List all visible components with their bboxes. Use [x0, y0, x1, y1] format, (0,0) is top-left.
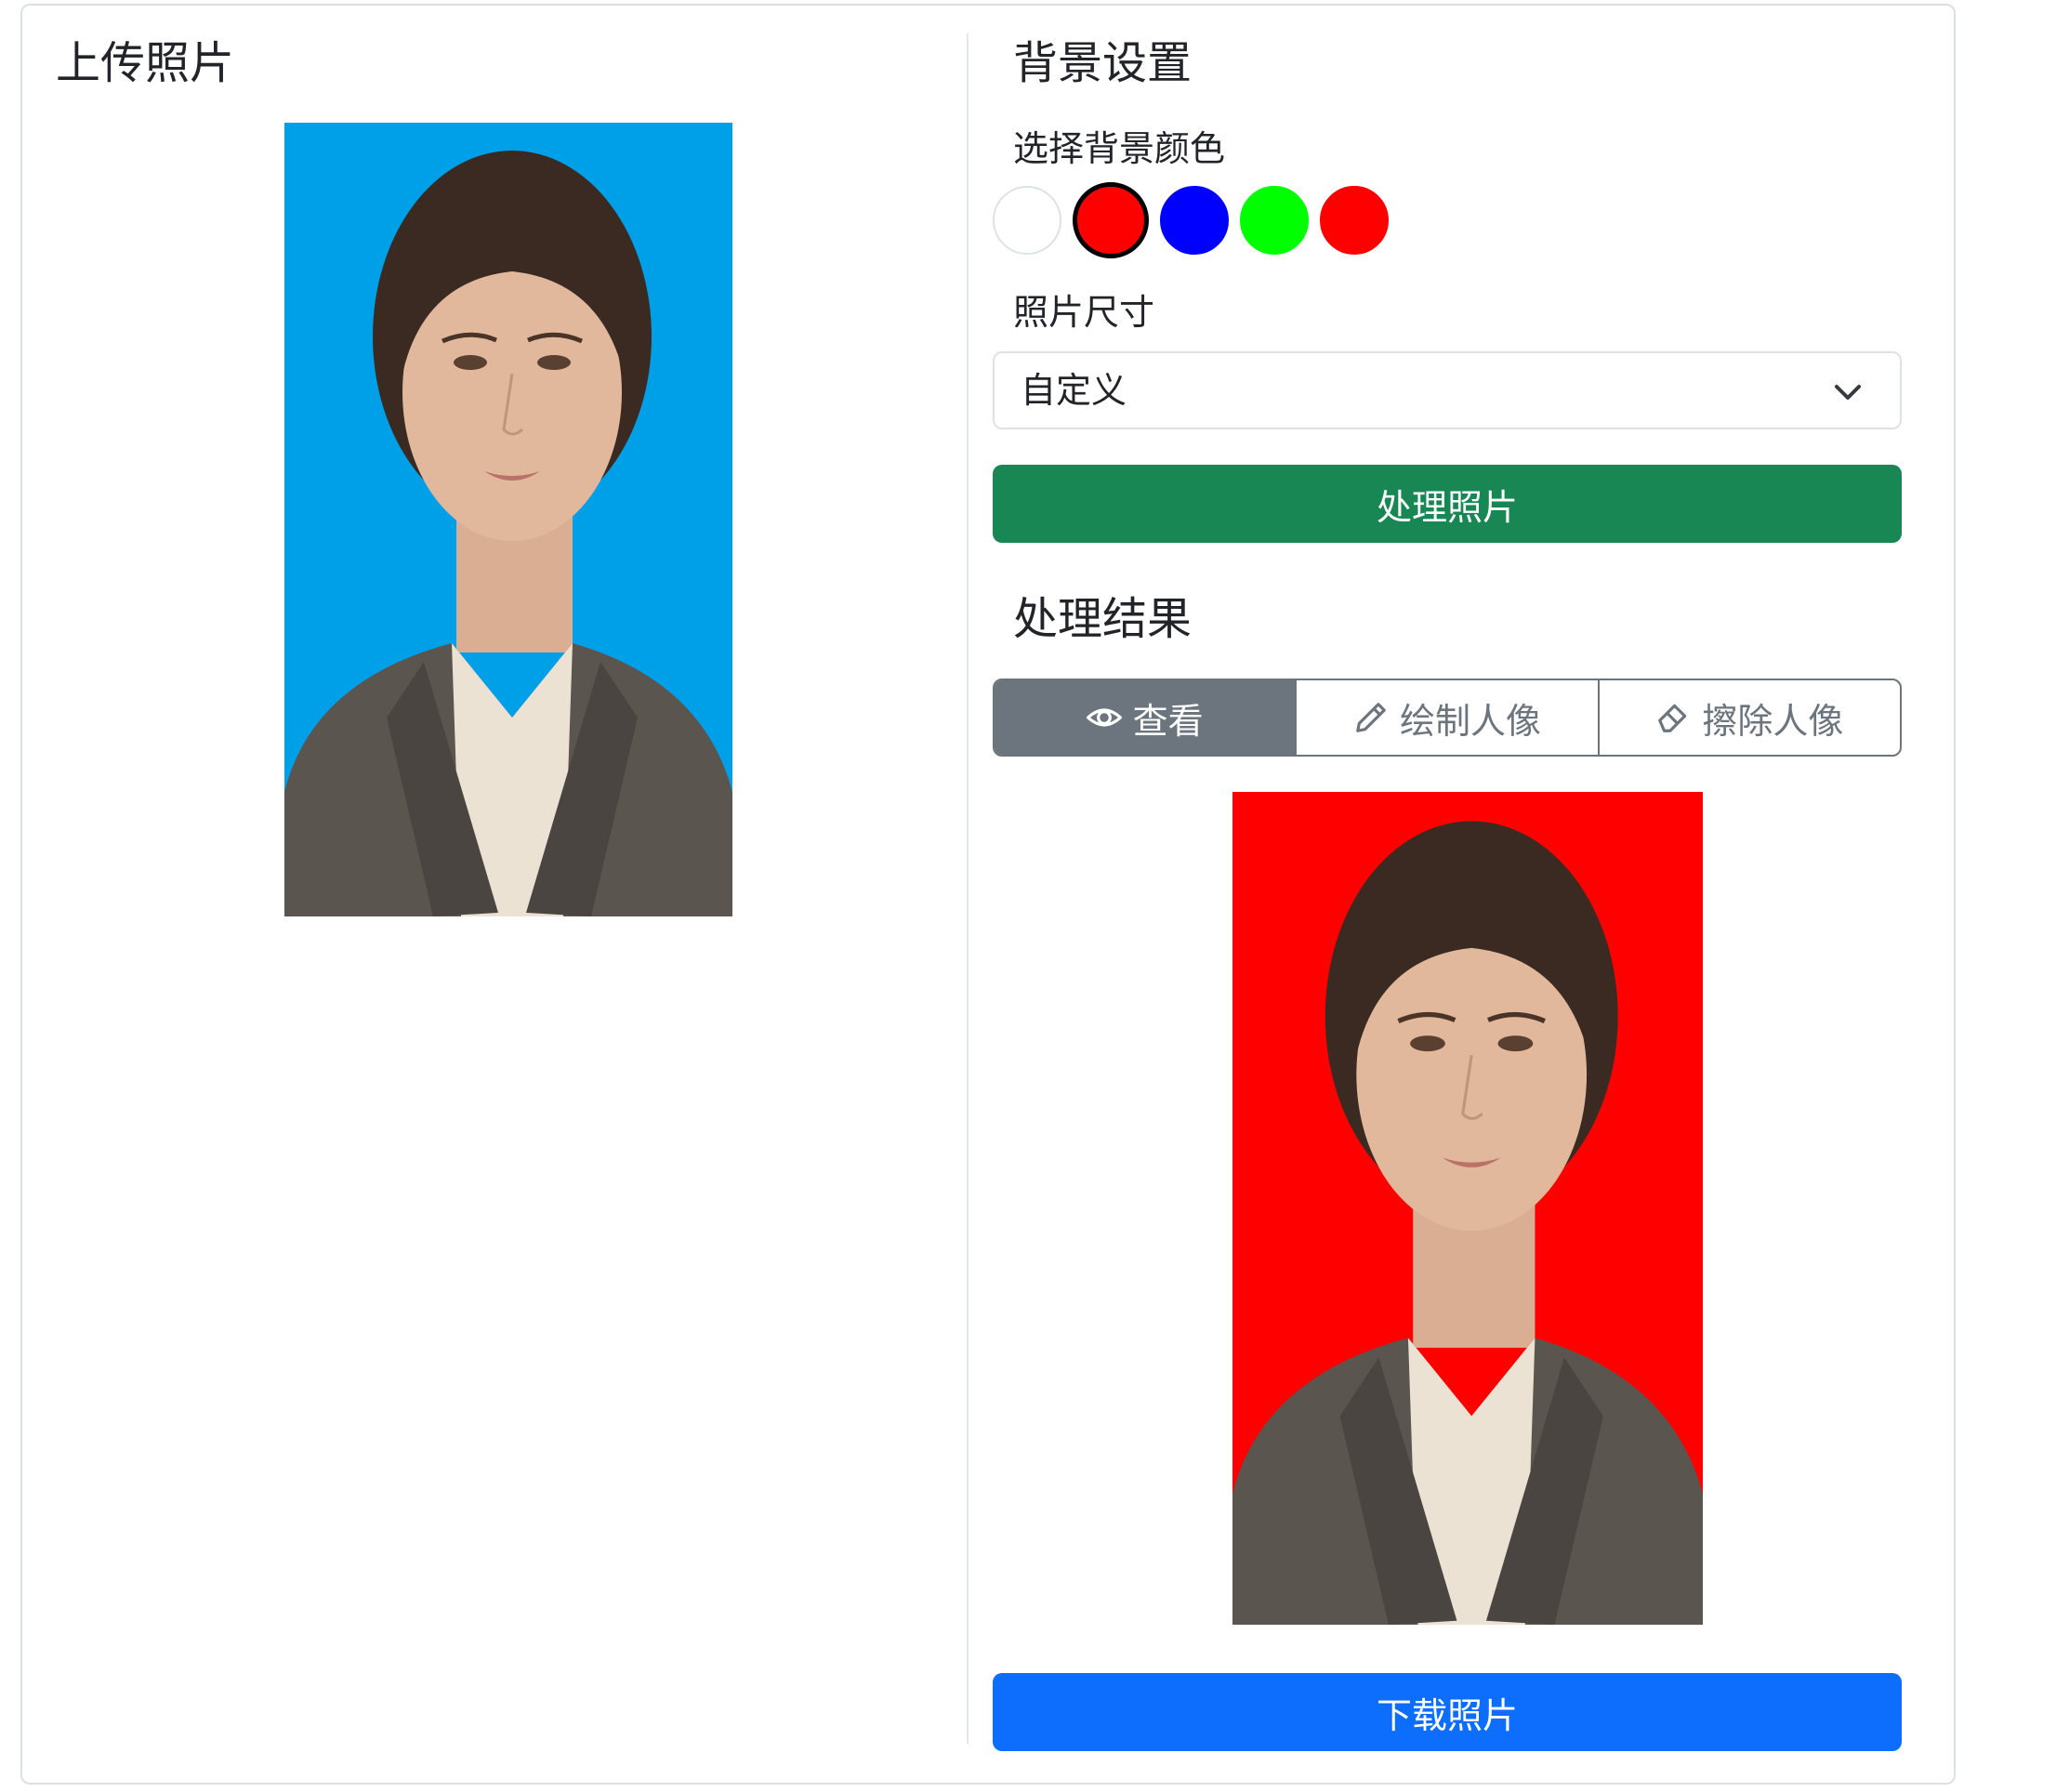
background-settings-title: 背景设置 [1013, 37, 1193, 89]
tab-draw[interactable]: 绘制人像 [1297, 680, 1600, 755]
tab-view-label: 查看 [1132, 700, 1204, 742]
swatch-red[interactable] [1320, 186, 1389, 255]
size-select-value: 自定义 [1021, 370, 1127, 411]
original-photo [284, 123, 732, 916]
size-label: 照片尺寸 [1013, 292, 1155, 333]
tab-erase-label: 擦除人像 [1702, 700, 1844, 742]
swatch-red-selected[interactable] [1073, 182, 1149, 258]
eraser-icon [1658, 704, 1687, 732]
upload-title: 上传照片 [56, 37, 235, 89]
chevron-down-icon [1835, 385, 1861, 400]
pencil-icon [1356, 703, 1386, 732]
swatch-white[interactable] [993, 186, 1061, 255]
color-swatches [993, 182, 1389, 258]
process-photo-button[interactable]: 处理照片 [993, 465, 1902, 543]
color-label: 选择背景颜色 [1013, 128, 1226, 169]
download-photo-button[interactable]: 下载照片 [993, 1673, 1902, 1751]
result-title: 处理结果 [1013, 593, 1193, 645]
panel-divider [967, 33, 969, 1744]
swatch-blue[interactable] [1160, 186, 1229, 255]
size-select[interactable]: 自定义 [993, 351, 1902, 429]
tab-draw-label: 绘制人像 [1399, 700, 1541, 742]
result-tabs: 查看 绘制人像 擦除人像 [993, 679, 1902, 757]
tab-erase[interactable]: 擦除人像 [1600, 680, 1900, 755]
swatch-green[interactable] [1240, 186, 1309, 255]
tab-view[interactable]: 查看 [995, 680, 1298, 755]
eye-icon [1086, 708, 1122, 727]
result-photo [1232, 792, 1703, 1625]
